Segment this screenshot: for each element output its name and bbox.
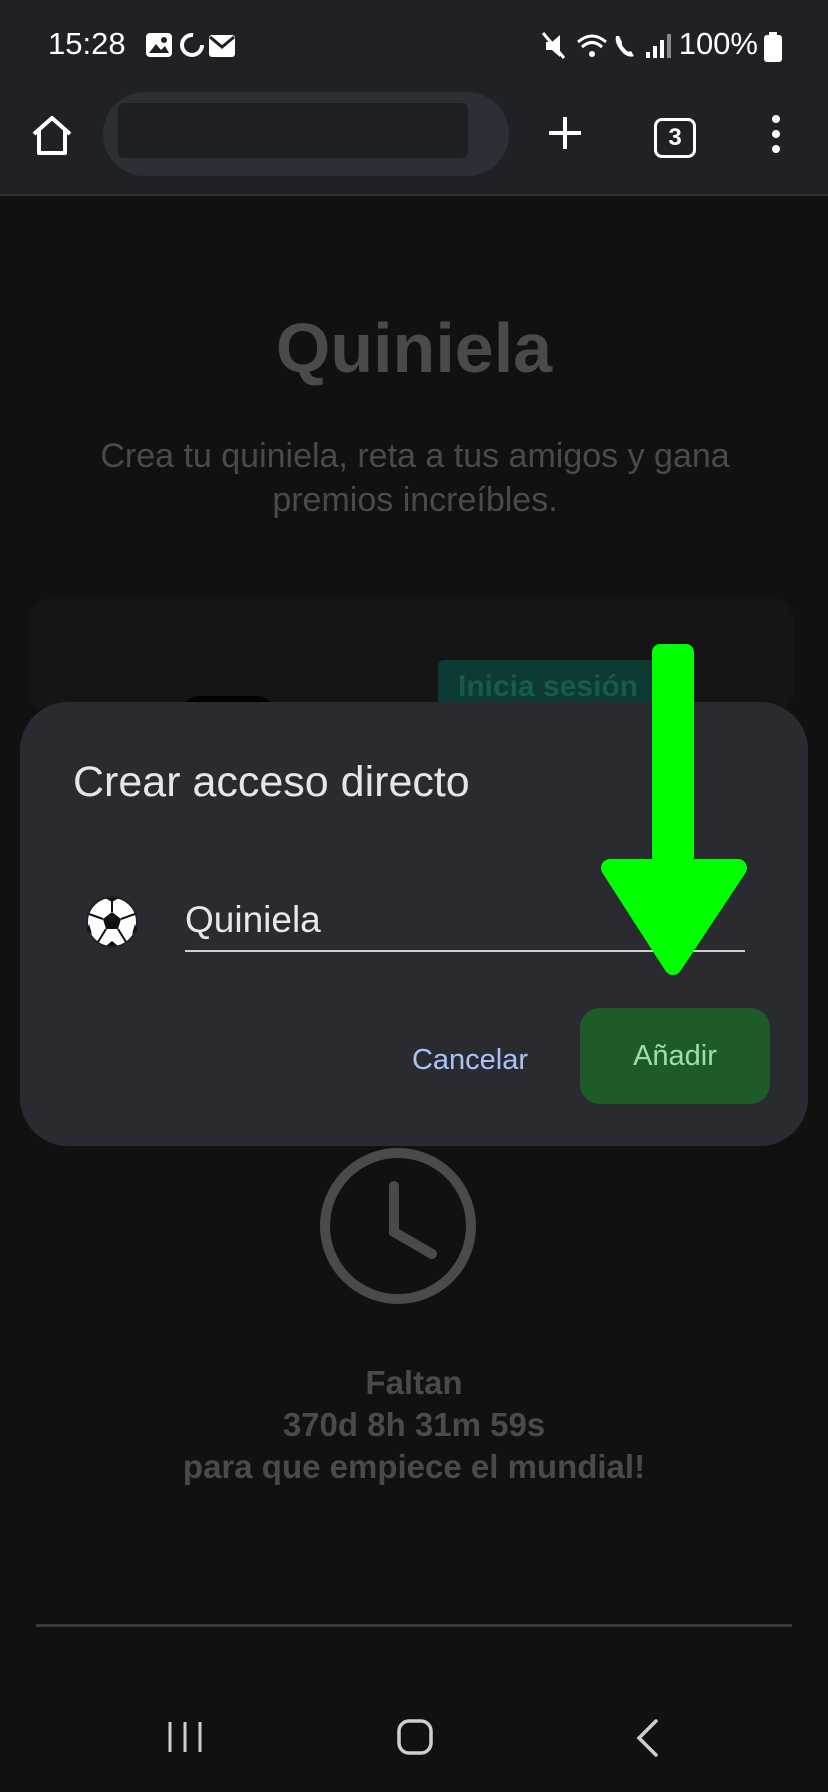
sync-icon — [180, 33, 204, 57]
mute-icon — [541, 32, 566, 59]
new-tab-icon[interactable] — [546, 114, 584, 152]
home-icon[interactable] — [30, 114, 74, 156]
soccer-ball-icon — [86, 896, 138, 948]
wifi-icon — [577, 34, 607, 57]
recent-apps-icon[interactable] — [166, 1720, 204, 1754]
page-title: Quiniela — [275, 309, 553, 387]
status-notification-icons — [146, 33, 235, 57]
annotation-arrow-icon — [601, 644, 747, 975]
call-icon — [615, 36, 634, 57]
status-system-icons — [541, 32, 671, 59]
clock-icon — [320, 1148, 476, 1304]
back-icon[interactable] — [634, 1718, 660, 1758]
status-time: 15:28 — [48, 26, 126, 61]
dialog-title: Crear acceso directo — [73, 758, 470, 806]
mail-icon — [209, 35, 235, 57]
page-subtitle: Crea tu quiniela, reta a tus amigos y ga… — [100, 437, 730, 519]
countdown-value: 370d 8h 31m 59s — [282, 1406, 546, 1443]
signal-icon — [646, 34, 671, 58]
battery-icon — [764, 32, 782, 62]
battery-level: 100% — [678, 26, 758, 61]
add-button[interactable]: Añadir — [580, 1008, 770, 1104]
countdown-label: Faltan — [365, 1364, 463, 1401]
page-divider — [36, 1624, 792, 1627]
tab-switcher-button[interactable]: 3 — [654, 118, 696, 158]
countdown-caption: para que empiece el mundial! — [182, 1448, 646, 1485]
more-menu-icon[interactable] — [770, 114, 782, 154]
cancel-button[interactable]: Cancelar — [390, 1030, 550, 1090]
home-nav-icon[interactable] — [396, 1718, 434, 1756]
image-icon — [146, 33, 172, 57]
url-redacted — [118, 103, 468, 158]
